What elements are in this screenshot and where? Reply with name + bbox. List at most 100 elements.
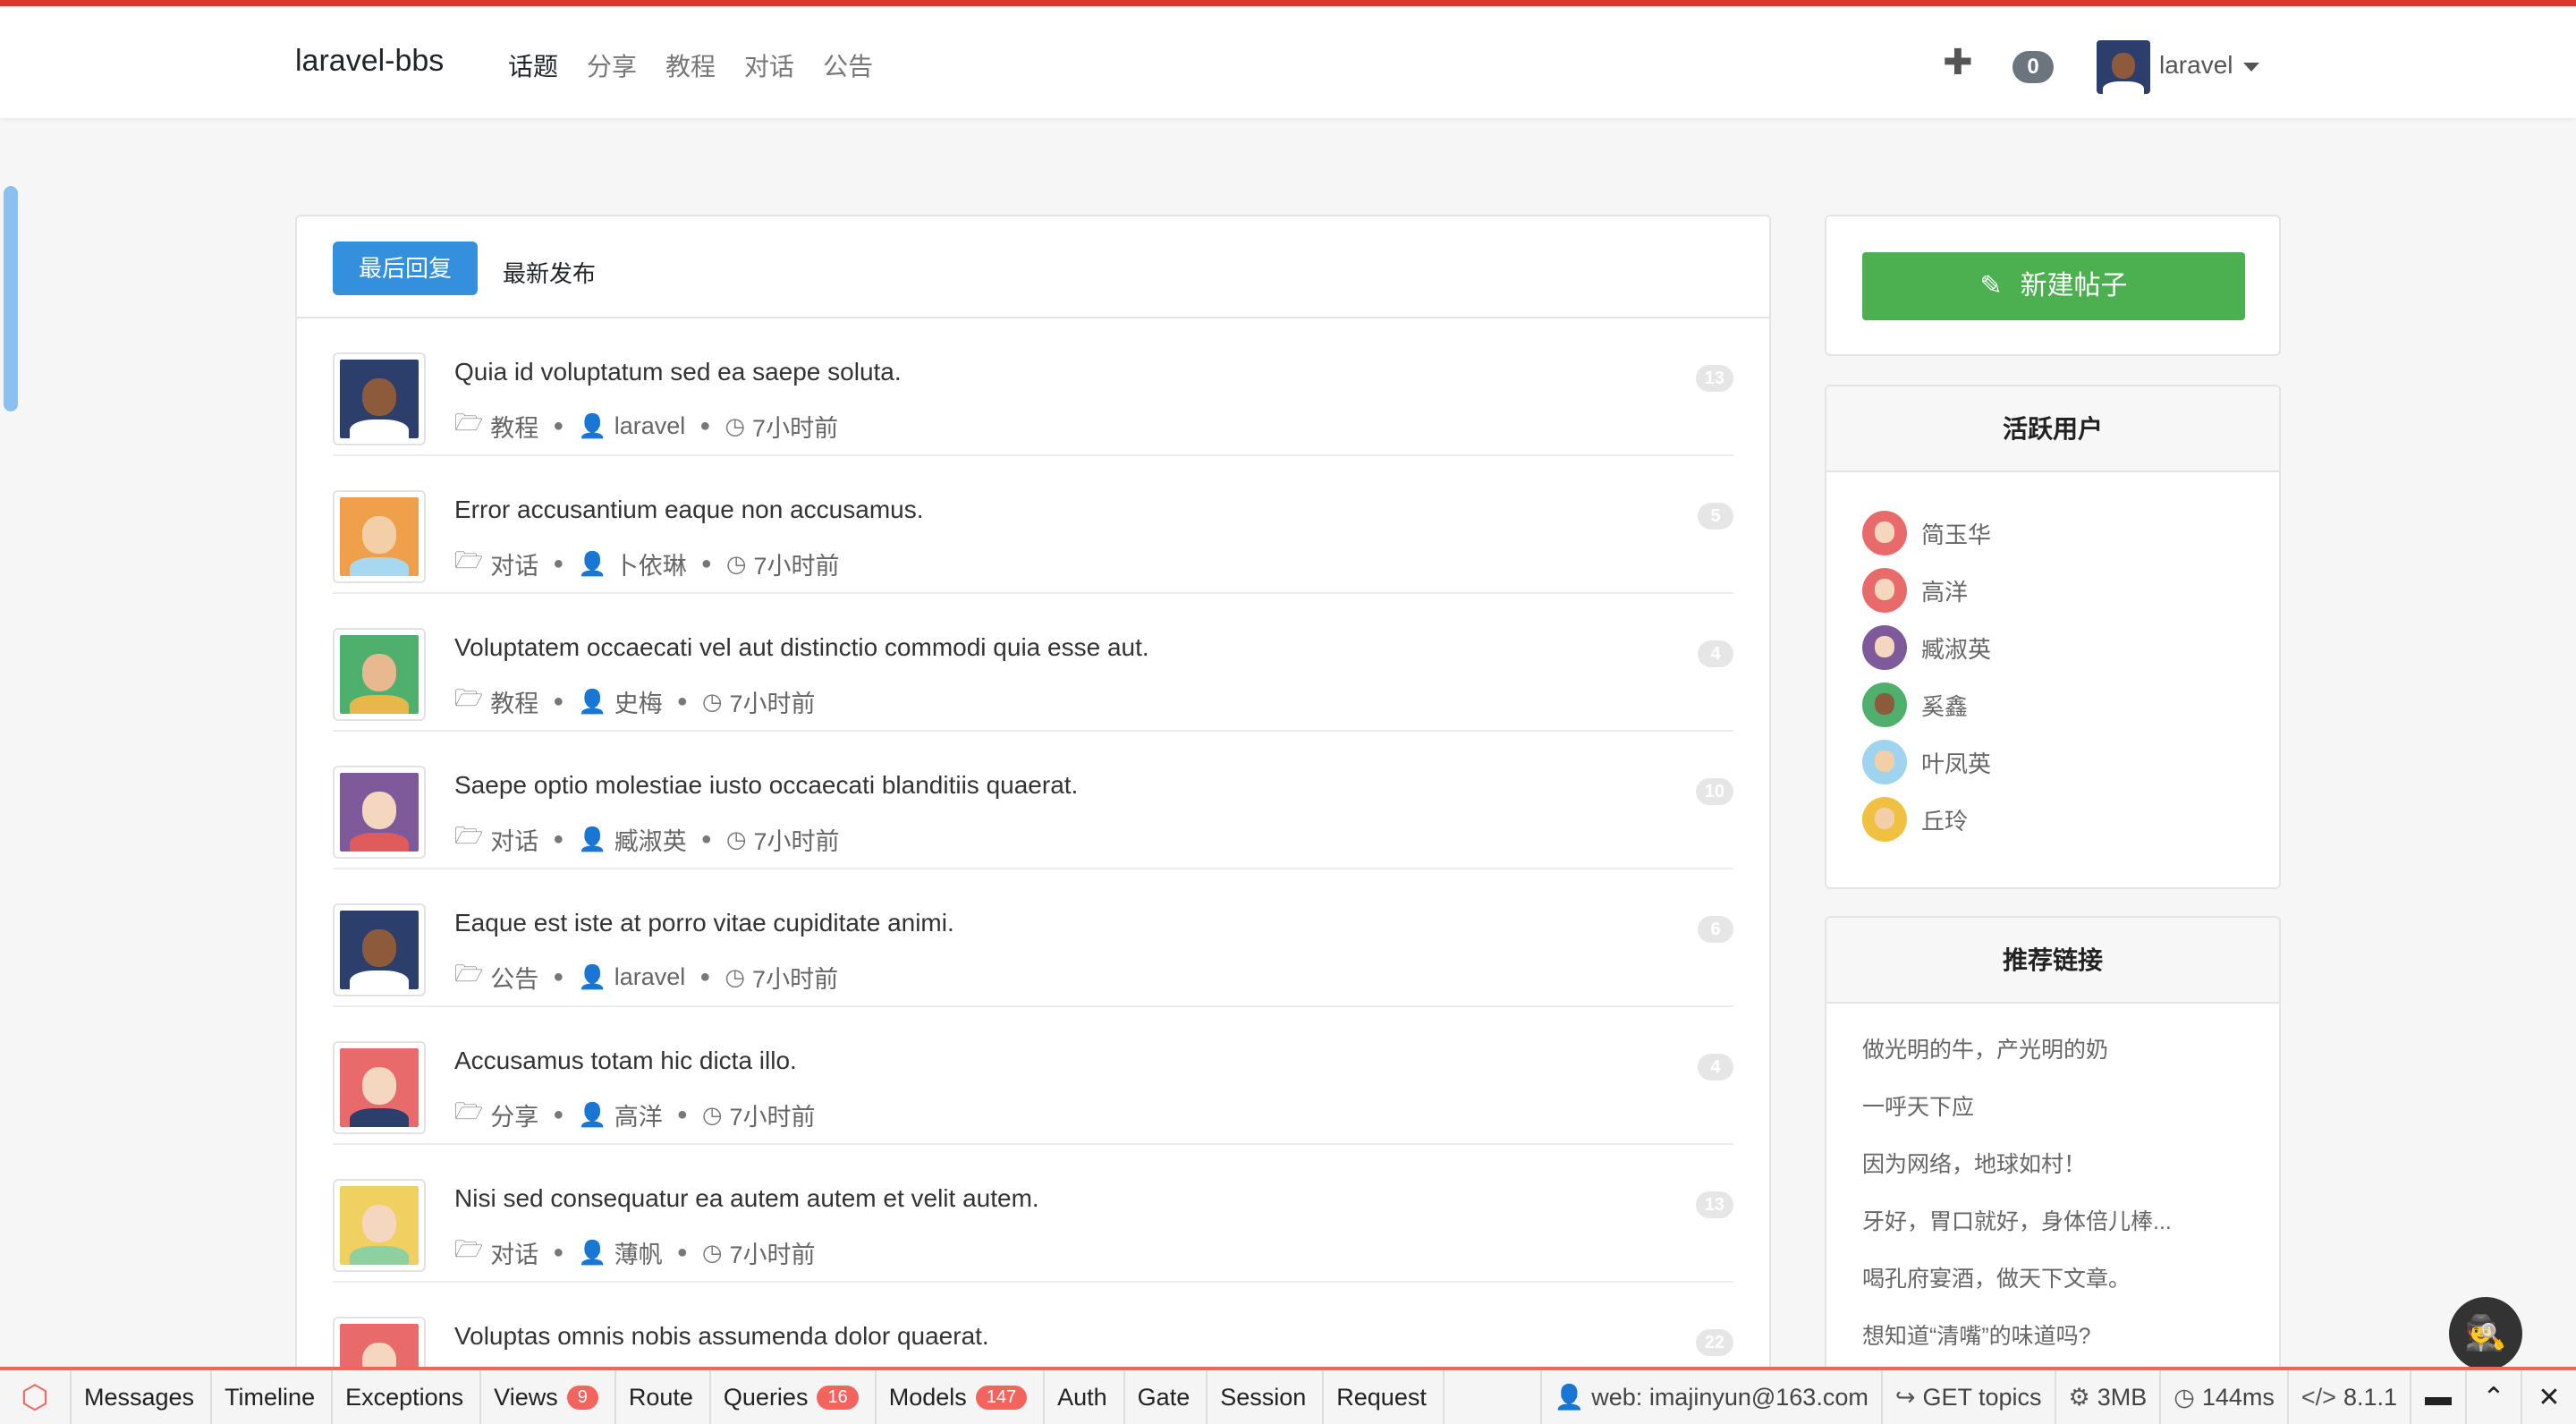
tab-latest-post[interactable]: 最新发布: [503, 256, 596, 289]
topic-author[interactable]: 史梅: [614, 684, 663, 719]
debugbar-tab-timeline[interactable]: Timeline: [212, 1370, 334, 1424]
avatar[interactable]: [333, 352, 426, 445]
topic-row[interactable]: Accusamus totam hic dicta illo. 🗁 分享 ● 👤…: [333, 1007, 1733, 1145]
topic-category[interactable]: 分享: [490, 1098, 538, 1132]
topic-category[interactable]: 公告: [490, 960, 538, 995]
reply-count-badge[interactable]: 5: [1698, 503, 1733, 530]
active-user-item[interactable]: 丘玲: [1862, 791, 2243, 848]
recommended-link[interactable]: 喝孔府宴酒，做天下文章。: [1862, 1261, 2243, 1318]
debugbar-tab-models[interactable]: Models 147: [877, 1370, 1046, 1424]
tab-last-reply[interactable]: 最后回复: [333, 242, 478, 295]
nav-item-share[interactable]: 分享: [587, 47, 637, 83]
active-user-item[interactable]: 简玉华: [1862, 504, 2243, 562]
plus-icon[interactable]: ✚: [1943, 42, 1973, 83]
folder-open-icon: 🗁: [454, 1235, 484, 1262]
topic-category[interactable]: 对话: [490, 822, 538, 857]
topic-author[interactable]: 薄帆: [614, 1235, 663, 1270]
debugbar-tab-request[interactable]: Request: [1324, 1370, 1445, 1424]
avatar[interactable]: [333, 628, 426, 721]
close-icon[interactable]: ✕: [2521, 1370, 2576, 1424]
topic-author[interactable]: laravel: [614, 963, 686, 991]
topic-author[interactable]: 臧淑英: [614, 822, 687, 857]
topic-row[interactable]: Eaque est iste at porro vitae cupiditate…: [333, 869, 1733, 1007]
avatar[interactable]: [2097, 40, 2150, 94]
folder-icon[interactable]: ▬: [2410, 1370, 2465, 1424]
spy-icon[interactable]: 🕵: [2449, 1297, 2522, 1370]
avatar[interactable]: [333, 490, 426, 583]
pencil-icon: ✎: [1979, 271, 2003, 301]
reply-count-badge[interactable]: 4: [1698, 1054, 1733, 1081]
debugbar-tab-queries[interactable]: Queries 16: [711, 1370, 877, 1424]
nav-item-announcement[interactable]: 公告: [823, 47, 873, 83]
caret-down-icon: [2243, 62, 2260, 72]
reply-count-badge[interactable]: 10: [1695, 778, 1733, 805]
topic-title[interactable]: Saepe optio molestiae iusto occaecati bl…: [454, 771, 1078, 800]
nav-item-tutorial[interactable]: 教程: [665, 47, 716, 83]
debugbar-tab-exceptions[interactable]: Exceptions: [333, 1370, 482, 1424]
separator-dot: ●: [553, 828, 564, 849]
debugbar-route[interactable]: ↪ GET topics: [1880, 1370, 2055, 1424]
new-post-button[interactable]: ✎ 新建帖子: [1862, 252, 2245, 320]
topic-row[interactable]: Quia id voluptatum sed ea saepe soluta. …: [333, 318, 1733, 456]
debugbar-php[interactable]: </> 8.1.1: [2286, 1370, 2410, 1424]
topic-title[interactable]: Accusamus totam hic dicta illo.: [454, 1047, 797, 1075]
nav-item-dialogue[interactable]: 对话: [744, 47, 794, 83]
reply-count-badge[interactable]: 13: [1695, 1191, 1733, 1218]
debugbar-tab-auth[interactable]: Auth: [1045, 1370, 1125, 1424]
recommended-link[interactable]: 一呼天下应: [1862, 1089, 2243, 1147]
topic-title[interactable]: Voluptas omnis nobis assumenda dolor qua…: [454, 1322, 989, 1351]
active-user-item[interactable]: 奚鑫: [1862, 676, 2243, 733]
topic-title[interactable]: Quia id voluptatum sed ea saepe soluta.: [454, 358, 902, 386]
topic-author[interactable]: 高洋: [614, 1098, 663, 1132]
user-menu-dropdown[interactable]: laravel: [2159, 51, 2260, 80]
topic-author[interactable]: 卜依琳: [614, 547, 687, 581]
active-user-item[interactable]: 高洋: [1862, 562, 2243, 619]
topic-category[interactable]: 教程: [490, 409, 538, 444]
active-user-item[interactable]: 臧淑英: [1862, 619, 2243, 676]
avatar[interactable]: [333, 1041, 426, 1134]
recommended-link[interactable]: 因为网络，地球如村！: [1862, 1147, 2243, 1204]
chevron-up-icon[interactable]: ⌃: [2465, 1370, 2521, 1424]
topic-author[interactable]: laravel: [614, 412, 686, 440]
debugbar-tab-views[interactable]: Views 9: [481, 1370, 616, 1424]
debugbar-tab-messages[interactable]: Messages: [72, 1370, 213, 1424]
avatar[interactable]: [333, 766, 426, 859]
topic-row[interactable]: Saepe optio molestiae iusto occaecati bl…: [333, 732, 1733, 869]
debugbar-memory[interactable]: ⚙ 3MB: [2054, 1370, 2160, 1424]
topic-row[interactable]: Voluptatem occaecati vel aut distinctio …: [333, 594, 1733, 732]
clock-icon: ◷: [701, 687, 723, 715]
reply-count-badge[interactable]: 13: [1695, 365, 1733, 392]
debugbar-tab-gate[interactable]: Gate: [1125, 1370, 1208, 1424]
topic-category[interactable]: 对话: [490, 547, 538, 581]
reply-count-badge[interactable]: 22: [1695, 1329, 1733, 1356]
topic-row[interactable]: Error accusantium eaque non accusamus. 🗁…: [333, 456, 1733, 594]
nav-item-topics[interactable]: 话题: [508, 47, 558, 83]
reply-count-badge[interactable]: 6: [1698, 916, 1733, 943]
topic-title[interactable]: Nisi sed consequatur ea autem autem et v…: [454, 1184, 1039, 1213]
scrollbar-thumb[interactable]: [4, 186, 18, 411]
avatar[interactable]: [333, 1179, 426, 1272]
avatar[interactable]: [333, 903, 426, 996]
topic-row[interactable]: Nisi sed consequatur ea autem autem et v…: [333, 1145, 1733, 1283]
debugbar-count-badge: 9: [566, 1385, 598, 1410]
user-icon: 👤: [578, 549, 607, 577]
brand-logo[interactable]: laravel-bbs: [295, 44, 444, 79]
topic-category[interactable]: 对话: [490, 1235, 538, 1270]
clock-icon: ◷: [701, 1100, 723, 1128]
reply-count-badge[interactable]: 4: [1698, 640, 1733, 667]
separator-dot: ●: [700, 828, 712, 849]
debugbar-time[interactable]: ◷ 144ms: [2159, 1370, 2287, 1424]
debugbar-tab-session[interactable]: Session: [1208, 1370, 1325, 1424]
laravel-logo-icon[interactable]: ⬡: [0, 1370, 72, 1424]
recommended-link[interactable]: 牙好，胃口就好，身体倍儿棒...: [1862, 1204, 2243, 1261]
debugbar-tab-route[interactable]: Route: [616, 1370, 711, 1424]
topic-title[interactable]: Eaque est iste at porro vitae cupiditate…: [454, 909, 954, 937]
active-user-item[interactable]: 叶凤英: [1862, 733, 2243, 791]
clock-icon: ◷: [724, 962, 746, 990]
topic-category[interactable]: 教程: [490, 684, 538, 719]
topic-title[interactable]: Voluptatem occaecati vel aut distinctio …: [454, 633, 1149, 662]
topic-title[interactable]: Error accusantium eaque non accusamus.: [454, 496, 924, 524]
notification-badge[interactable]: 0: [2012, 51, 2054, 83]
debugbar-user[interactable]: 👤 web: imajinyun@163.com: [1539, 1370, 1881, 1424]
recommended-link[interactable]: 做光明的牛，产光明的奶: [1862, 1032, 2243, 1089]
